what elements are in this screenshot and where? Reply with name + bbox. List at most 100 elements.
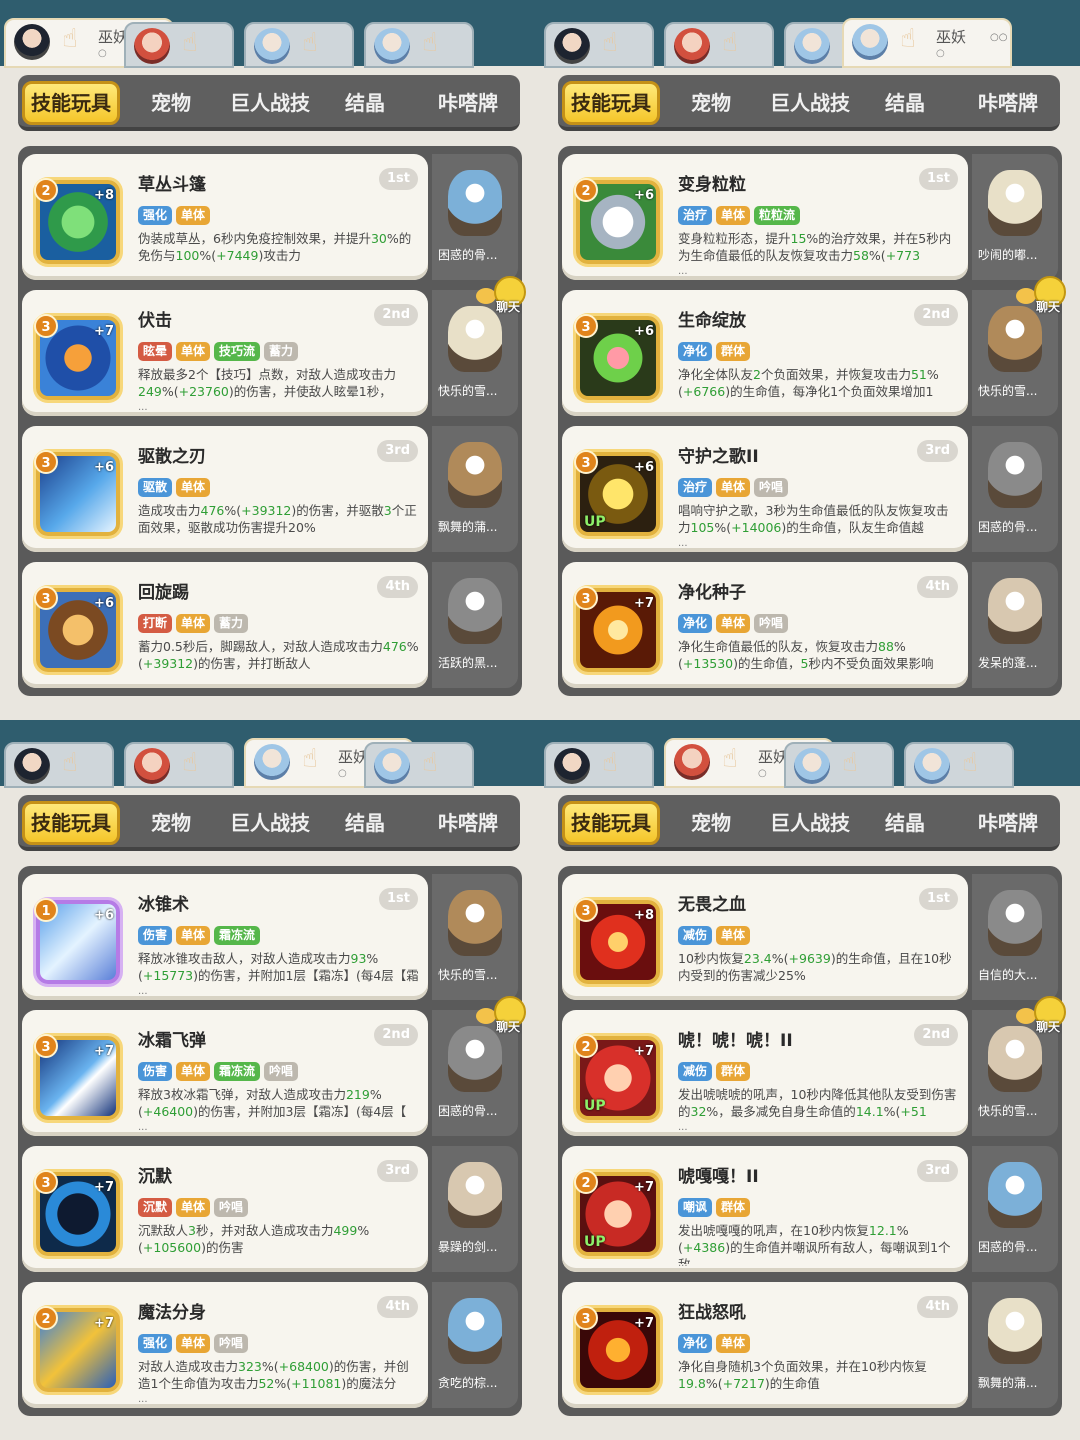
skill-card[interactable]: 3 +6 驱散之刃 3rd 驱散 单体 造成攻击力476%(+39312)的伤害，并驱散3个… xyxy=(22,426,428,552)
description-segment: %( xyxy=(714,520,732,535)
pet-slot[interactable]: 飘舞的蒲... xyxy=(972,1282,1058,1408)
tab-kada-cards[interactable]: 咔嗒牌 xyxy=(966,801,1050,845)
pet-slot[interactable]: 发呆的蓬... xyxy=(972,562,1058,688)
owl-icon[interactable]: 2 +6 xyxy=(574,178,660,264)
character-tab[interactable]: ☝ xyxy=(124,22,234,68)
tab-giant-skills[interactable]: 巨人战技 xyxy=(762,81,858,125)
tab-pets[interactable]: 宠物 xyxy=(678,81,744,125)
skill-card[interactable]: 3 +7 净化种子 4th 净化 单体 吟唱 净化生命值最低的队友，恢复攻击力88%(+135… xyxy=(562,562,968,688)
tab-pets[interactable]: 宠物 xyxy=(138,801,204,845)
pet-slot[interactable]: 暴躁的剑... xyxy=(432,1146,518,1272)
tab-crystals[interactable]: 结晶 xyxy=(334,801,396,845)
description-segment: +14006 xyxy=(731,520,782,535)
tab-pets[interactable]: 宠物 xyxy=(678,801,744,845)
pet-slot[interactable]: 活跃的黑... xyxy=(432,562,518,688)
skill-card[interactable]: 3 +7 伏击 2nd 眩晕 单体 技巧流 蓄力 释放最多2个【技巧】点数，对敌人造成攻击力 24… xyxy=(22,290,428,416)
silence-icon[interactable]: 3 +7 xyxy=(34,1170,120,1256)
character-tab[interactable]: ☝ xyxy=(4,742,114,788)
tab-pets[interactable]: 宠物 xyxy=(138,81,204,125)
skill-description: 蓄力0.5秒后，脚踢敌人，对敌人造成攻击力476%(+39312)的伤害，并打断… xyxy=(138,638,420,680)
upgrade-badge: UP xyxy=(584,514,606,530)
pet-slot[interactable]: 自信的大... xyxy=(972,874,1058,1000)
skill-card[interactable]: 3 +7 冰霜飞弹 2nd 伤害 单体 霜冻流 吟唱 释放3枚冰霜飞弹，对敌人造成攻击力219%… xyxy=(22,1010,428,1136)
character-tab[interactable]: ☝ xyxy=(664,22,774,68)
description-segment: 249 xyxy=(138,384,162,399)
skill-card[interactable]: 3 +6 UP 守护之歌II 3rd 治疗 单体 吟唱 唱响守护之歌，3秒为生命值最低的队友恢复… xyxy=(562,426,968,552)
character-tab[interactable]: ☝ xyxy=(784,742,894,788)
song-icon[interactable]: 3 +6 UP xyxy=(574,450,660,536)
tab-crystals[interactable]: 结晶 xyxy=(874,801,936,845)
pet-slot[interactable]: 困惑的骨... xyxy=(972,426,1058,552)
pet-slot[interactable]: 困惑的骨... xyxy=(432,154,518,280)
ice-missile-icon[interactable]: 3 +7 xyxy=(34,1034,120,1120)
skill-tag: 单体 xyxy=(176,1198,211,1217)
skill-card[interactable]: 3 +7 沉默 3rd 沉默 单体 吟唱 沉默敌人3秒，并对敌人造成攻击力499%(+1056… xyxy=(22,1146,428,1272)
rage-icon[interactable]: 3 +7 xyxy=(574,1306,660,1392)
tab-kada-cards[interactable]: 咔嗒牌 xyxy=(426,81,510,125)
pointing-hand-icon: ☝ xyxy=(602,28,618,58)
character-tab[interactable]: ☝ xyxy=(364,742,474,788)
skill-card[interactable]: 2 +7 魔法分身 4th 强化 单体 吟唱 对敌人造成攻击力323%(+68400)的伤害，… xyxy=(22,1282,428,1408)
character-tab[interactable]: ☝ xyxy=(124,742,234,788)
taunt-icon[interactable]: 2 +7 UP xyxy=(574,1170,660,1256)
skill-level-badge: 3 xyxy=(574,314,598,338)
seed-icon[interactable]: 3 +7 xyxy=(574,586,660,672)
tab-giant-skills[interactable]: 巨人战技 xyxy=(762,801,858,845)
blade-icon[interactable]: 3 +6 xyxy=(34,450,120,536)
kick-icon[interactable]: 3 +6 xyxy=(34,586,120,672)
tab-giant-skills[interactable]: 巨人战技 xyxy=(222,801,318,845)
skill-card[interactable]: 3 +6 回旋踢 4th 打断 单体 蓄力 蓄力0.5秒后，脚踢敌人，对敌人造成攻击力476%… xyxy=(22,562,428,688)
tab-crystals[interactable]: 结晶 xyxy=(874,81,936,125)
skill-card[interactable]: 2 +7 UP 唬！唬！唬！II 2nd 减伤 群体 发出唬唬唬的吼声，10秒内降低其他队友受… xyxy=(562,1010,968,1136)
skill-card[interactable]: 3 +6 生命绽放 2nd 净化 群体 净化全体队友2个负面效果，并恢复攻击力51%(+67… xyxy=(562,290,968,416)
character-tab[interactable]: ☝ xyxy=(244,22,354,68)
roar-icon[interactable]: 2 +7 UP xyxy=(574,1034,660,1120)
tab-skill-toys[interactable]: 技能玩具 xyxy=(562,81,660,125)
pet-slot[interactable]: 吵闹的嘟... xyxy=(972,154,1058,280)
skill-card[interactable]: 1 +6 冰锥术 1st 伤害 单体 霜冻流 释放冰锥攻击敌人，对敌人造成攻击力93%(+15… xyxy=(22,874,428,1000)
pet-slot[interactable]: 快乐的雪... xyxy=(432,874,518,1000)
character-tab[interactable]: ☝ xyxy=(544,22,654,68)
skill-card[interactable]: 3 +7 狂战怒吼 4th 净化 单体 净化自身随机3个负面效果，并在10秒内恢复 19.8%… xyxy=(562,1282,968,1408)
character-tab[interactable]: ☝ xyxy=(364,22,474,68)
character-tab[interactable]: ☝ xyxy=(544,742,654,788)
skill-card[interactable]: 2 +8 草丛斗篷 1st 强化 单体 伪装成草丛，6秒内免疫控制效果，并提升30%的免伤与… xyxy=(22,154,428,280)
chat-button[interactable]: 聊天 xyxy=(1014,996,1078,1036)
tab-skill-toys[interactable]: 技能玩具 xyxy=(22,801,120,845)
skill-card[interactable]: 3 +8 无畏之血 1st 减伤 单体 10秒内恢复23.4%(+9639)的生命值，且在1… xyxy=(562,874,968,1000)
pet-name: 飘舞的蒲... xyxy=(438,520,498,534)
bloom-icon[interactable]: 3 +6 xyxy=(574,314,660,400)
skill-card[interactable]: 2 +7 UP 唬嘎嘎！II 3rd 嘲讽 群体 发出唬嘎嘎的吼声，在10秒内恢复12.1%(… xyxy=(562,1146,968,1272)
clone-icon[interactable]: 2 +7 xyxy=(34,1306,120,1392)
pet-name: 贪吃的棕... xyxy=(438,1376,498,1390)
skill-card[interactable]: 2 +6 变身粒粒 1st 治疗 单体 粒粒流 变身粒粒形态，提升15%的治疗效果，并在5秒内… xyxy=(562,154,968,280)
skill-rank-badge: 2nd xyxy=(914,304,958,326)
tab-skill-toys[interactable]: 技能玩具 xyxy=(562,801,660,845)
ambush-icon[interactable]: 3 +7 xyxy=(34,314,120,400)
skill-plus-level: +8 xyxy=(94,188,114,203)
chat-label: 聊天 xyxy=(1036,1020,1061,1034)
skill-tag: 单体 xyxy=(176,1062,211,1081)
chat-button[interactable]: 聊天 xyxy=(1014,276,1078,316)
tab-skill-toys[interactable]: 技能玩具 xyxy=(22,81,120,125)
skill-tag: 群体 xyxy=(716,342,751,361)
tab-giant-skills[interactable]: 巨人战技 xyxy=(222,81,318,125)
pet-slot[interactable]: 贪吃的棕... xyxy=(432,1282,518,1408)
character-tab[interactable]: ☝ xyxy=(904,742,1014,788)
character-tab[interactable]: ☝巫妖○○○ xyxy=(842,18,1012,68)
character-subtitle: ○ xyxy=(758,768,767,779)
tab-crystals[interactable]: 结晶 xyxy=(334,81,396,125)
pet-slot[interactable]: 困惑的骨... xyxy=(972,1146,1058,1272)
blood-icon[interactable]: 3 +8 xyxy=(574,898,660,984)
chat-button[interactable]: 聊天 xyxy=(474,996,538,1036)
chat-button[interactable]: 聊天 xyxy=(474,276,538,316)
description-segment: 88 xyxy=(878,639,894,654)
pointing-hand-icon: ☝ xyxy=(302,28,318,58)
ice-cone-icon[interactable]: 1 +6 xyxy=(34,898,120,984)
pet-slot[interactable]: 飘舞的蒲... xyxy=(432,426,518,552)
tab-kada-cards[interactable]: 咔嗒牌 xyxy=(426,801,510,845)
tab-kada-cards[interactable]: 咔嗒牌 xyxy=(966,81,1050,125)
pet-icon xyxy=(988,1298,1042,1364)
bush-icon[interactable]: 2 +8 xyxy=(34,178,120,264)
skill-name: 变身粒粒 xyxy=(678,175,746,195)
